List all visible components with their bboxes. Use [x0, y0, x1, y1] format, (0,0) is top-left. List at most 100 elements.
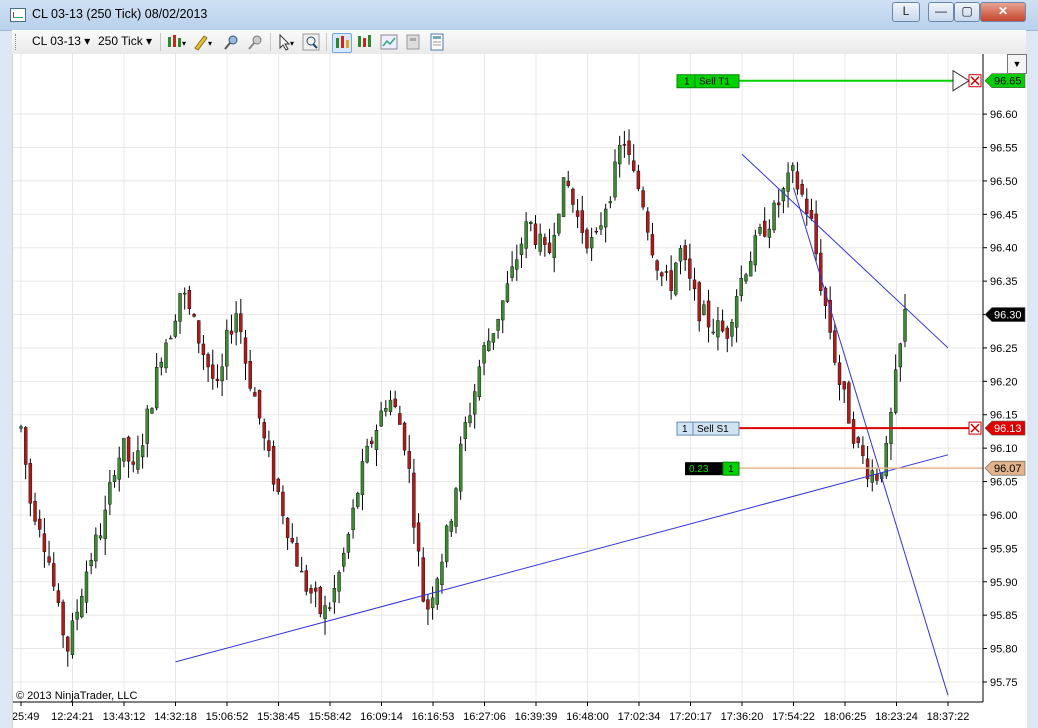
help-button[interactable]: L: [892, 2, 920, 22]
price-tick-label: 95.80: [990, 644, 1018, 656]
price-tick-label: 96.10: [990, 443, 1018, 455]
candle-body: [220, 366, 224, 382]
candle-body: [711, 331, 715, 334]
candle-body: [108, 482, 112, 505]
time-tick-label: 17:02:34: [618, 711, 661, 723]
candle-body: [351, 507, 355, 531]
candle-body: [632, 160, 636, 171]
window-right-border: [1026, 30, 1038, 728]
candle-body: [253, 392, 257, 397]
candle-body: [477, 366, 482, 398]
candle-body: [833, 330, 837, 363]
candle-body: [168, 337, 173, 340]
chart-panel[interactable]: 1 Sell T1 1 Sell S1 0.23 1 96.60 96.55 96.50 96.…: [12, 54, 1027, 728]
interval-selector[interactable]: 250 Tick ▾: [98, 34, 152, 48]
candle-body: [80, 596, 84, 618]
candle-body: [683, 245, 687, 261]
candle-body: [650, 234, 655, 256]
candle-body: [767, 228, 772, 238]
indicators-icon[interactable]: [356, 33, 374, 51]
trendline[interactable]: [175, 454, 949, 663]
order-arrow-icon[interactable]: [952, 69, 970, 92]
time-tick-label: 17:20:17: [669, 711, 712, 723]
candle-body: [229, 330, 234, 335]
chart-trader-icon[interactable]: [332, 33, 352, 53]
chart-dropdown-button[interactable]: ▼: [1007, 54, 1027, 74]
chevron-down-icon: ▾: [84, 34, 91, 48]
candle-body: [276, 478, 280, 492]
time-axis: 1:25:49 12:24:21 13:43:12 14:32:18 15:06:52 1…: [13, 701, 983, 723]
candle-body: [440, 561, 444, 585]
candle-body: [730, 322, 734, 337]
candle-body: [809, 210, 814, 219]
zoom-in-icon[interactable]: [222, 33, 240, 51]
price-chart[interactable]: 1 Sell T11 Sell S10.23 1 96.6096.5596.5096.…: [13, 54, 1027, 728]
candle-body: [257, 389, 262, 419]
candle-body: [515, 259, 519, 270]
candle-body: [814, 213, 818, 255]
candle-body: [337, 572, 341, 592]
time-tick-label: 15:06:52: [206, 711, 249, 723]
candle-body: [365, 445, 369, 463]
candle-body: [903, 309, 907, 342]
minimize-button[interactable]: —: [928, 2, 954, 22]
strategies-icon[interactable]: [380, 33, 398, 51]
candle-body: [472, 391, 477, 415]
candle-body: [678, 248, 683, 262]
candle-body: [66, 636, 70, 652]
candle-body: [342, 552, 346, 567]
candle-body: [356, 492, 360, 507]
candle-body: [613, 161, 617, 198]
candle-body: [75, 611, 79, 620]
close-button[interactable]: ✕: [980, 2, 1026, 22]
candle-body: [285, 517, 290, 538]
zoom-out-icon[interactable]: [246, 33, 264, 51]
candle-body: [56, 590, 61, 603]
candle-body: [426, 599, 430, 610]
trendline[interactable]: [793, 187, 949, 696]
candle-body: [183, 292, 187, 295]
candle-body: [290, 538, 294, 543]
candle-body: [552, 234, 556, 258]
stop-order-qty: 1: [682, 424, 688, 435]
svg-text:▾: ▾: [182, 39, 186, 48]
candle-body: [94, 534, 98, 562]
candle-body: [646, 211, 650, 233]
price-tick-label: 96.40: [990, 243, 1018, 255]
toolbar-separator: [160, 33, 161, 51]
candle-body: [819, 252, 823, 291]
properties-icon[interactable]: [428, 33, 446, 51]
drawing-tool-icon[interactable]: ▾: [192, 33, 212, 51]
candle-body: [304, 570, 309, 592]
candle-body: [173, 320, 178, 337]
snapshot-icon[interactable]: [404, 33, 422, 51]
candle-body: [641, 190, 645, 208]
maximize-button[interactable]: ▢: [954, 2, 980, 22]
candle-body: [458, 443, 463, 492]
time-tick-label: 14:32:18: [154, 711, 197, 723]
candle-body: [346, 533, 351, 553]
candle-body: [239, 313, 243, 332]
candle-body: [430, 597, 435, 609]
candle-body: [627, 140, 631, 155]
cursor-icon[interactable]: ▾: [276, 33, 294, 51]
candle-body: [318, 587, 323, 615]
candle-body: [870, 470, 874, 483]
price-tick-label: 96.15: [990, 410, 1018, 422]
chevron-down-icon: ▾: [146, 34, 153, 48]
candle-body: [243, 337, 248, 364]
candle-body: [187, 290, 192, 309]
instrument-selector[interactable]: CL 03-13 ▾: [32, 34, 90, 48]
magnifier-icon[interactable]: [302, 33, 320, 51]
candle-body: [19, 426, 23, 429]
candle-body: [777, 202, 781, 206]
candle-body: [454, 488, 458, 527]
toolbar-grip[interactable]: [15, 34, 19, 50]
title-bar[interactable]: CL 03-13 (250 Tick) 08/02/2013 L — ▢ ✕: [0, 0, 1038, 31]
candle-body: [89, 559, 93, 567]
candle-body: [42, 533, 47, 552]
candle-body: [131, 461, 135, 465]
candle-body: [33, 500, 37, 522]
chart-style-icon[interactable]: ▾: [166, 33, 186, 51]
candle-body: [28, 463, 33, 504]
